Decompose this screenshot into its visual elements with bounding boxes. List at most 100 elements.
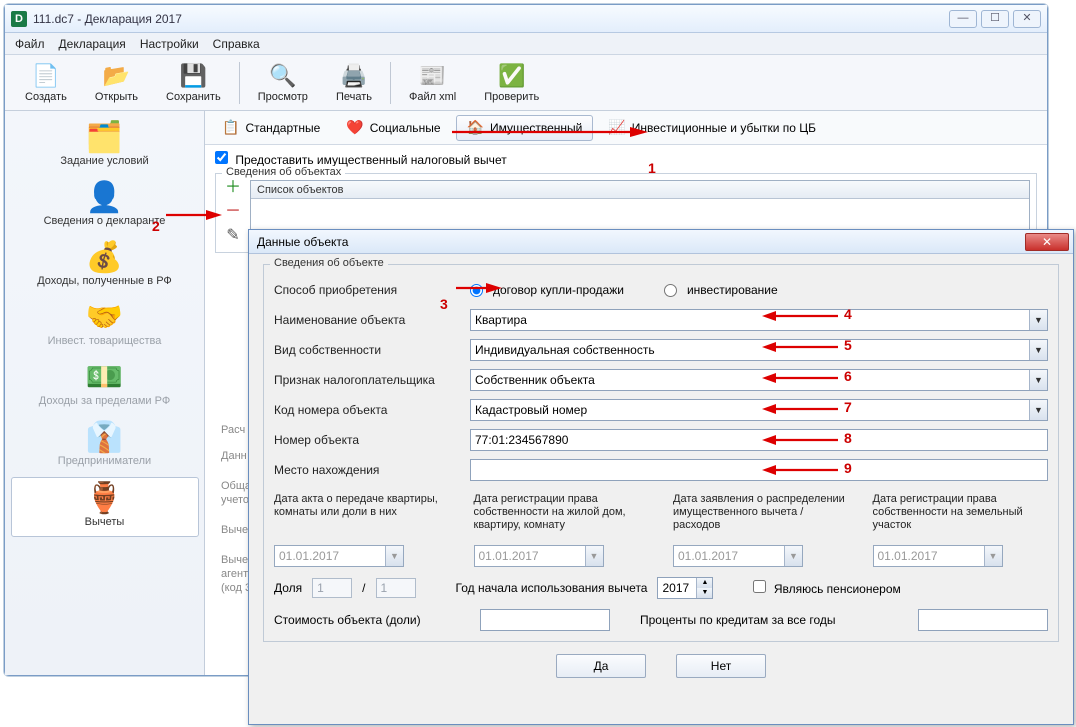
objects-list-header: Список объектов [251,181,1029,199]
cancel-button[interactable]: Нет [676,654,766,678]
ok-button[interactable]: Да [556,654,646,678]
sidebar-item[interactable]: 👤Сведения о декларанте [11,177,199,235]
tab-icon: 📋 [222,119,239,136]
sidebar-icon: 💵 [86,363,123,393]
toolbar-Создать[interactable]: 📄Создать [11,58,81,108]
dialog-title: Данные объекта [257,235,348,249]
edit-object-button[interactable]: ✎ [224,228,242,246]
tab-icon: 📈 [608,119,625,136]
toolbar-Просмотр[interactable]: 🔍Просмотр [244,58,322,108]
sidebar-icon: 🏺 [86,484,123,514]
sidebar-icon: 👤 [86,183,123,213]
acq-radio-contract[interactable]: договор купли-продажи [470,283,624,297]
menu-help[interactable]: Справка [213,37,260,51]
toolbar-icon: 📄 [32,62,60,90]
date-input[interactable]: 01.01.2017▼ [274,545,404,567]
sidebar-icon: 👔 [86,423,123,453]
date-column: Дата регистрации права собственности на … [873,493,1049,567]
add-object-button[interactable]: ＋ [224,180,242,198]
num-input[interactable]: 77:01:234567890 [470,429,1048,451]
acq-label: Способ приобретения [274,284,470,297]
share-den[interactable]: 1 [376,578,416,598]
tab-icon: 🏠 [467,119,484,136]
toolbar: 📄Создать📂Открыть💾Сохранить🔍Просмотр🖨️Печ… [5,55,1047,111]
sidebar-item[interactable]: 🗂️Задание условий [11,117,199,175]
own-label: Вид собственности [274,344,470,357]
toolbar-icon: 📂 [102,62,130,90]
chevron-down-icon: ▼ [984,546,1002,566]
num-label: Номер объекта [274,434,470,447]
chevron-down-icon: ▼ [1029,340,1047,360]
sidebar-icon: 🗂️ [86,123,123,153]
titlebar: D 111.dc7 - Декларация 2017 — ☐ ✕ [5,5,1047,33]
deduction-tab[interactable]: 📋Стандартные [211,115,331,141]
date-column: Дата регистрации права собственности на … [474,493,650,567]
menubar: Файл Декларация Настройки Справка [5,33,1047,55]
deduction-tabs: 📋Стандартные❤️Социальные🏠Имущественный📈И… [205,111,1047,145]
loc-input[interactable] [470,459,1048,481]
toolbar-Проверить[interactable]: ✅Проверить [470,58,553,108]
pension-checkbox[interactable]: Являюсь пенсионером [753,580,900,596]
loc-label: Место нахождения [274,464,470,477]
toolbar-Сохранить[interactable]: 💾Сохранить [152,58,235,108]
toolbar-icon: 📰 [419,62,447,90]
chevron-down-icon: ▼ [385,546,403,566]
window-title: 111.dc7 - Декларация 2017 [33,12,182,26]
chevron-down-icon: ▼ [585,546,603,566]
sidebar-item: 🤝Инвест. товарищества [11,297,199,355]
menu-file[interactable]: Файл [15,37,45,51]
chevron-down-icon: ▼ [784,546,802,566]
code-label: Код номера объекта [274,404,470,417]
toolbar-icon: ✅ [498,62,526,90]
object-dialog: Данные объекта ✕ Сведения об объекте Спо… [248,229,1074,725]
year-input[interactable]: 2017▲▼ [657,577,713,599]
date-input[interactable]: 01.01.2017▼ [873,545,1003,567]
interest-label: Проценты по кредитам за все годы [640,613,836,627]
date-input[interactable]: 01.01.2017▼ [673,545,803,567]
share-num[interactable]: 1 [312,578,352,598]
toolbar-icon: 🔍 [269,62,297,90]
dialog-fieldset: Сведения об объекте Способ приобретения … [263,264,1059,642]
toolbar-Файл xml[interactable]: 📰Файл xml [395,58,470,108]
own-combo[interactable]: Индивидуальная собственность▼ [470,339,1048,361]
remove-object-button[interactable]: － [224,204,242,222]
dialog-titlebar: Данные объекта ✕ [249,230,1073,254]
menu-declaration[interactable]: Декларация [59,37,126,51]
cost-input[interactable] [480,609,610,631]
date-column: Дата акта о передаче квартиры, комнаты и… [274,493,450,567]
app-icon: D [11,11,27,27]
grant-checkbox[interactable]: Предоставить имущественный налоговый выч… [215,153,507,167]
toolbar-Открыть[interactable]: 📂Открыть [81,58,152,108]
maximize-button[interactable]: ☐ [981,10,1009,28]
minimize-button[interactable]: — [949,10,977,28]
deduction-tab[interactable]: ❤️Социальные [335,115,451,141]
sidebar-item: 💵Доходы за пределами РФ [11,357,199,415]
dialog-close-button[interactable]: ✕ [1025,233,1069,251]
sidebar-icon: 💰 [86,243,123,273]
toolbar-Печать[interactable]: 🖨️Печать [322,58,386,108]
sidebar-item[interactable]: 🏺Вычеты [11,477,199,537]
share-label: Доля [274,581,302,595]
toolbar-icon: 🖨️ [340,62,368,90]
chevron-down-icon: ▼ [1029,310,1047,330]
sidebar: 🗂️Задание условий👤Сведения о декларанте💰… [5,111,205,675]
name-label: Наименование объекта [274,314,470,327]
date-input[interactable]: 01.01.2017▼ [474,545,604,567]
sidebar-item: 👔Предприниматели [11,417,199,475]
deduction-tab[interactable]: 📈Инвестиционные и убытки по ЦБ [597,115,827,141]
code-combo[interactable]: Кадастровый номер▼ [470,399,1048,421]
objects-list[interactable]: Список объектов [250,180,1030,236]
cost-label: Стоимость объекта (доли) [274,613,470,627]
sidebar-item[interactable]: 💰Доходы, полученные в РФ [11,237,199,295]
year-label: Год начала использования вычета [456,581,648,595]
chevron-down-icon: ▼ [1029,400,1047,420]
close-button[interactable]: ✕ [1013,10,1041,28]
name-combo[interactable]: Квартира▼ [470,309,1048,331]
taxp-combo[interactable]: Собственник объекта▼ [470,369,1048,391]
menu-settings[interactable]: Настройки [140,37,199,51]
sidebar-icon: 🤝 [86,303,123,333]
acq-radio-invest[interactable]: инвестирование [664,283,778,297]
interest-input[interactable] [918,609,1048,631]
date-column: Дата заявления о распределении имуществе… [673,493,849,567]
deduction-tab[interactable]: 🏠Имущественный [456,115,594,141]
